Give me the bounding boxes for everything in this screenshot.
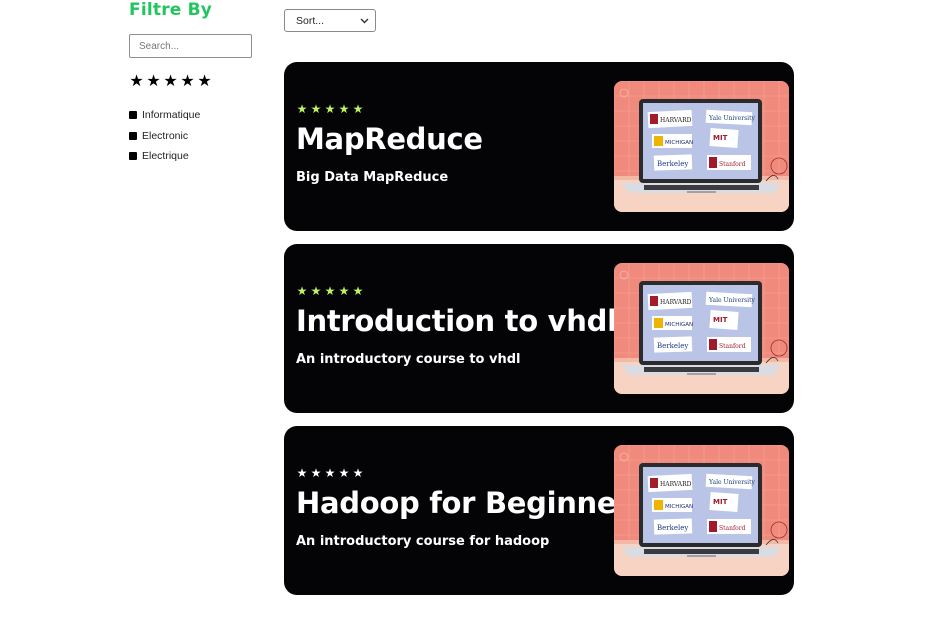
svg-text:MIT: MIT (713, 498, 728, 506)
sort-select[interactable]: Sort... (284, 9, 376, 32)
svg-text:Yale University: Yale University (708, 115, 756, 122)
category-label: Electronic (142, 129, 189, 142)
course-card[interactable]: ★ ★ ★ ★ ★ Introduction to vhdl An introd… (284, 244, 794, 413)
category-list: Informatique Electronic Electrique (129, 105, 200, 167)
star-icon: ★ (310, 284, 322, 298)
star-icon: ★ (338, 466, 350, 480)
star-icon[interactable]: ★ (129, 72, 144, 90)
category-label: Electrique (142, 150, 189, 163)
svg-text:Yale University: Yale University (708, 479, 756, 486)
star-icon: ★ (310, 102, 322, 116)
star-icon: ★ (324, 466, 336, 480)
star-icon: ★ (324, 102, 336, 116)
star-icon: ★ (338, 284, 350, 298)
svg-text:HARVARD: HARVARD (660, 117, 692, 124)
svg-text:MIT: MIT (713, 316, 728, 324)
svg-text:MICHIGAN: MICHIGAN (665, 322, 693, 328)
svg-text:Yale University: Yale University (708, 297, 756, 304)
svg-text:MICHIGAN: MICHIGAN (665, 140, 693, 146)
course-title: MapReduce (296, 122, 483, 156)
course-rating: ★ ★ ★ ★ ★ (296, 466, 364, 480)
star-icon: ★ (352, 284, 364, 298)
category-label: Informatique (142, 109, 201, 122)
rating-filter: ★ ★ ★ ★ ★ (129, 72, 212, 90)
star-icon[interactable]: ★ (163, 72, 178, 90)
svg-text:Stanford: Stanford (719, 525, 746, 532)
course-title: Hadoop for Beginners (296, 486, 648, 520)
star-icon[interactable]: ★ (180, 72, 195, 90)
svg-text:Stanford: Stanford (719, 343, 746, 350)
category-electronic[interactable]: Electronic (129, 126, 200, 147)
course-thumbnail: HARVARD Yale University MICHIGAN MIT Ber… (614, 263, 789, 394)
course-subtitle: An introductory course for hadoop (296, 534, 550, 549)
star-icon: ★ (310, 466, 322, 480)
filter-title: Filtre By (129, 0, 213, 20)
svg-text:Berkeley: Berkeley (657, 342, 688, 350)
star-icon: ★ (296, 284, 308, 298)
course-rating: ★ ★ ★ ★ ★ (296, 102, 364, 116)
sort-label: Sort... (296, 14, 325, 27)
star-icon: ★ (296, 466, 308, 480)
star-icon: ★ (338, 102, 350, 116)
category-informatique[interactable]: Informatique (129, 105, 200, 126)
svg-text:Berkeley: Berkeley (657, 160, 688, 168)
course-rating: ★ ★ ★ ★ ★ (296, 284, 364, 298)
chevron-down-icon (360, 16, 369, 26)
star-icon: ★ (324, 284, 336, 298)
checkbox-icon[interactable] (129, 152, 137, 161)
svg-text:MIT: MIT (713, 134, 728, 142)
svg-text:HARVARD: HARVARD (660, 481, 692, 488)
course-title: Introduction to vhdl (296, 304, 617, 338)
course-card[interactable]: ★ ★ ★ ★ ★ MapReduce Big Data MapReduce H… (284, 62, 794, 231)
svg-text:Berkeley: Berkeley (657, 524, 688, 532)
star-icon: ★ (352, 466, 364, 480)
course-card[interactable]: ★ ★ ★ ★ ★ Hadoop for Beginners An introd… (284, 426, 794, 595)
course-thumbnail: HARVARD Yale University MICHIGAN MIT Ber… (614, 445, 789, 576)
checkbox-icon[interactable] (129, 131, 137, 140)
star-icon[interactable]: ★ (146, 72, 161, 90)
svg-text:Stanford: Stanford (719, 161, 746, 168)
course-thumbnail: HARVARD Yale University MICHIGAN MIT Ber… (614, 81, 789, 212)
star-icon[interactable]: ★ (197, 72, 212, 90)
svg-text:HARVARD: HARVARD (660, 299, 692, 306)
category-electrique[interactable]: Electrique (129, 146, 200, 167)
course-subtitle: An introductory course to vhdl (296, 352, 521, 367)
star-icon: ★ (296, 102, 308, 116)
search-input[interactable] (129, 34, 252, 58)
svg-text:MICHIGAN: MICHIGAN (665, 504, 693, 510)
checkbox-icon[interactable] (129, 111, 137, 120)
course-subtitle: Big Data MapReduce (296, 170, 449, 185)
star-icon: ★ (352, 102, 364, 116)
